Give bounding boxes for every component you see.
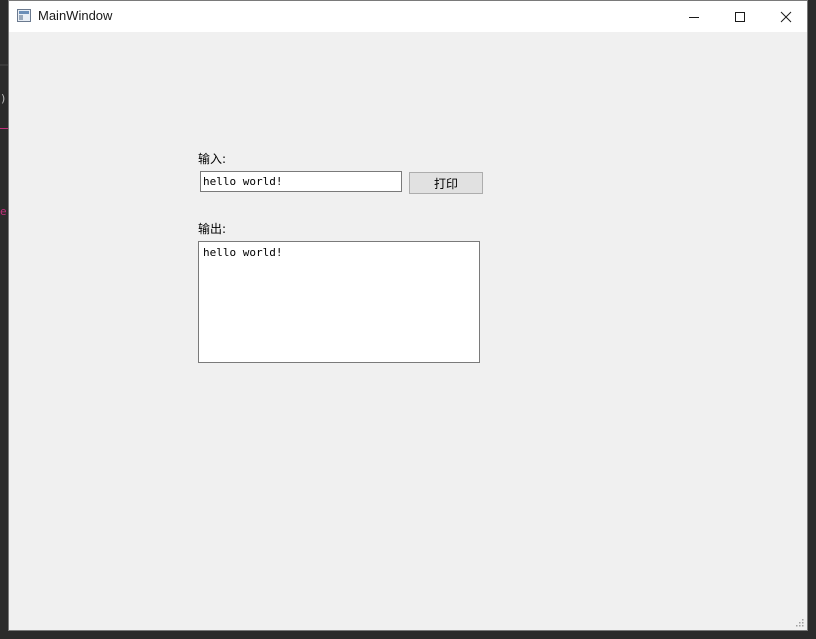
maximize-button[interactable] bbox=[717, 1, 763, 32]
close-icon bbox=[780, 11, 792, 22]
resize-grip-icon[interactable] bbox=[795, 618, 805, 628]
output-label: 输出: bbox=[198, 222, 227, 236]
window-title: MainWindow bbox=[38, 8, 113, 23]
main-window: MainWindow 输入: 打印 输出: hello world! bbox=[8, 0, 808, 631]
minimize-icon bbox=[689, 16, 699, 18]
app-window-icon bbox=[17, 9, 31, 22]
close-button[interactable] bbox=[763, 1, 809, 32]
input-label: 输入: bbox=[198, 152, 227, 166]
title-bar[interactable]: MainWindow bbox=[9, 1, 807, 32]
maximize-icon bbox=[735, 11, 745, 22]
print-button[interactable]: 打印 bbox=[409, 172, 483, 194]
input-field[interactable] bbox=[200, 171, 402, 192]
minimize-button[interactable] bbox=[671, 1, 717, 32]
background-editor-glyph: ) bbox=[0, 92, 7, 105]
output-text-area[interactable]: hello world! bbox=[198, 241, 480, 363]
background-editor-glyph-accent: e bbox=[0, 205, 7, 218]
